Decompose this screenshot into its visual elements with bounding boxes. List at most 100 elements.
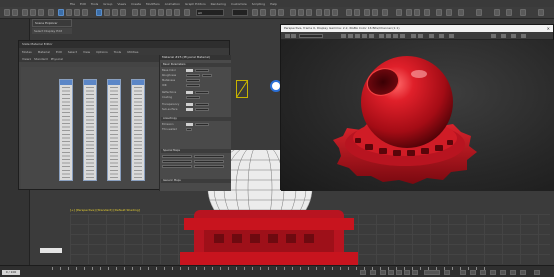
- material-node-slots[interactable]: [62, 87, 70, 178]
- material-node-slots[interactable]: [110, 87, 118, 178]
- menu-item-select[interactable]: Select: [68, 50, 77, 54]
- menu-item-help[interactable]: Help: [270, 2, 277, 6]
- toolbar-extra-button-1[interactable]: [346, 9, 352, 16]
- scene-explorer-menu[interactable]: Select Display Edit: [32, 28, 72, 34]
- rollout-anisotropy[interactable]: Anisotropy: [161, 117, 231, 121]
- menu-item-file[interactable]: File: [70, 2, 75, 6]
- link-button[interactable]: [22, 9, 28, 16]
- toolbar-extra-button-12[interactable]: [458, 9, 464, 16]
- tab-view1[interactable]: View1: [22, 57, 31, 61]
- orbit-button[interactable]: [510, 270, 516, 275]
- color-swatch[interactable]: [186, 91, 193, 94]
- layer-explorer-button[interactable]: [270, 9, 276, 16]
- toolbar-extra-button-13[interactable]: [476, 9, 482, 16]
- param-spinner[interactable]: [186, 96, 200, 99]
- percent-snap-button[interactable]: [166, 9, 172, 16]
- play-button[interactable]: [396, 270, 402, 275]
- material-node[interactable]: [83, 79, 97, 181]
- zoom-extents-button[interactable]: [480, 270, 486, 275]
- toolbar-extra-button-3[interactable]: [364, 9, 370, 16]
- menu-item-views[interactable]: Views: [117, 2, 126, 6]
- toolbar-extra-button-14[interactable]: [494, 9, 500, 16]
- toolbar-option-2[interactable]: [501, 34, 506, 38]
- auto-key-button[interactable]: [360, 270, 366, 275]
- map-slot[interactable]: [162, 165, 192, 168]
- view-dropdown[interactable]: [232, 9, 248, 16]
- rollout-generic-maps[interactable]: Generic Maps: [161, 179, 231, 183]
- param-spinner[interactable]: [202, 74, 212, 77]
- menu-item-tools[interactable]: Tools: [114, 50, 121, 54]
- material-node[interactable]: [59, 79, 73, 181]
- menu-item-scripting[interactable]: Scripting: [252, 2, 265, 6]
- rotate-button[interactable]: [104, 9, 110, 16]
- toolbar-extra-button-5[interactable]: [382, 9, 388, 16]
- toolbar-option-3[interactable]: [511, 34, 516, 38]
- curve-editor-button[interactable]: [290, 9, 296, 16]
- toolbar-extra-button-15[interactable]: [506, 9, 512, 16]
- unlink-button[interactable]: [30, 9, 36, 16]
- map-slot[interactable]: [162, 155, 192, 158]
- red-channel-toggle[interactable]: [379, 34, 384, 38]
- toolbar-extra-button-2[interactable]: [354, 9, 360, 16]
- render-production-button[interactable]: [332, 9, 338, 16]
- green-channel-toggle[interactable]: [386, 34, 391, 38]
- rollout-basic-parameters[interactable]: Basic Parameters: [161, 63, 231, 67]
- toolbar-option-1[interactable]: [491, 34, 496, 38]
- previous-frame-button[interactable]: [388, 270, 394, 275]
- clone-window-button[interactable]: [355, 34, 360, 38]
- schematic-view-button[interactable]: [298, 9, 304, 16]
- map-slot[interactable]: [194, 155, 224, 158]
- toolbar-extra-button-7[interactable]: [406, 9, 412, 16]
- menu-item-view[interactable]: View: [83, 50, 90, 54]
- menu-item-group[interactable]: Group: [103, 2, 112, 6]
- named-selection-button[interactable]: [184, 9, 190, 16]
- pan-button[interactable]: [500, 270, 506, 275]
- render-setup-button[interactable]: [316, 9, 322, 16]
- snap-toggle-button[interactable]: [150, 9, 156, 16]
- menu-item-customize[interactable]: Customize: [231, 2, 247, 6]
- menu-item-rendering[interactable]: Rendering: [211, 2, 226, 6]
- menu-item-utilities[interactable]: Utilities: [127, 50, 138, 54]
- timeline[interactable]: 0 / 100: [0, 265, 554, 277]
- viewport-config-button[interactable]: [534, 270, 540, 275]
- menu-item-options[interactable]: Options: [96, 50, 108, 54]
- time-config-button[interactable]: [444, 270, 450, 275]
- named-selection-dropdown[interactable]: All: [196, 9, 224, 16]
- time-slider[interactable]: 0 / 100: [2, 270, 20, 275]
- set-key-button[interactable]: [370, 270, 376, 275]
- material-node-slots[interactable]: [134, 87, 142, 178]
- toolbar-option-4[interactable]: [521, 34, 526, 38]
- swatch-button[interactable]: [418, 34, 423, 38]
- undo-button[interactable]: [4, 9, 10, 16]
- toolbar-extra-button-6[interactable]: [396, 9, 402, 16]
- menu-item-material[interactable]: Material: [38, 50, 50, 54]
- param-spinner[interactable]: [195, 91, 209, 94]
- param-spinner[interactable]: [186, 79, 200, 82]
- spinner-snap-button[interactable]: [174, 9, 180, 16]
- rect-select-button[interactable]: [74, 9, 80, 16]
- monochrome-toggle[interactable]: [411, 34, 416, 38]
- mirror-button[interactable]: [252, 9, 258, 16]
- copy-image-button[interactable]: [348, 34, 353, 38]
- param-checkbox[interactable]: [186, 128, 192, 131]
- color-swatch[interactable]: [186, 108, 193, 111]
- field-of-view-button[interactable]: [490, 270, 496, 275]
- scale-button[interactable]: [112, 9, 118, 16]
- align-button[interactable]: [260, 9, 266, 16]
- coord-system-button[interactable]: [132, 9, 138, 16]
- save-image-button[interactable]: [341, 34, 346, 38]
- ribbon-button[interactable]: [278, 9, 284, 16]
- map-slot[interactable]: [194, 165, 224, 168]
- place-button[interactable]: [120, 9, 126, 16]
- area-to-render-button[interactable]: [285, 34, 290, 38]
- material-node-slots[interactable]: [86, 87, 94, 178]
- pivot-button[interactable]: [140, 9, 146, 16]
- clear-button[interactable]: [369, 34, 374, 38]
- alpha-channel-toggle[interactable]: [400, 34, 405, 38]
- angle-snap-button[interactable]: [158, 9, 164, 16]
- toolbar-extra-button-9[interactable]: [424, 9, 430, 16]
- go-to-end-button[interactable]: [412, 270, 418, 275]
- move-button[interactable]: [96, 9, 102, 16]
- toolbar-extra-button-4[interactable]: [372, 9, 378, 16]
- channel-display-dropdown[interactable]: [429, 34, 434, 38]
